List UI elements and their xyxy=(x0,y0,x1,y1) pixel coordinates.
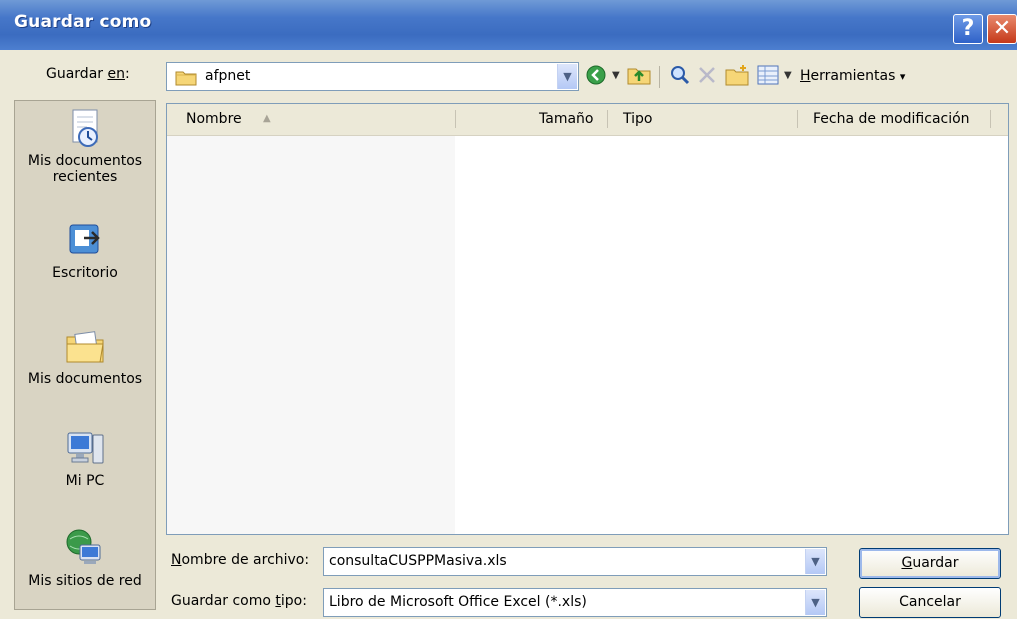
tools-dropdown-arrow: ▾ xyxy=(899,70,906,83)
recent-documents-icon xyxy=(72,109,98,147)
help-button[interactable]: ? xyxy=(953,14,983,44)
filename-label-accel: N xyxy=(171,552,182,568)
tools-menu-label: erramientas xyxy=(810,68,896,84)
filename-input[interactable]: consultaCUSPPMasiva.xls xyxy=(329,553,507,569)
back-dropdown-icon[interactable]: ▼ xyxy=(612,64,620,88)
my-computer-icon xyxy=(67,432,104,464)
views-icon[interactable] xyxy=(757,65,779,85)
back-icon[interactable] xyxy=(585,64,607,86)
places-bar: Mis documentos recientes Escritorio Mis … xyxy=(14,100,156,610)
sort-ascending-icon: ▲ xyxy=(263,113,271,124)
save-button-accel: G xyxy=(901,555,913,571)
save-in-label-accel: en xyxy=(107,66,125,82)
filetype-label: Guardar como tipo: xyxy=(171,593,307,609)
tools-menu-accel: H xyxy=(800,68,811,84)
save-in-label-colon: : xyxy=(124,66,130,82)
place-my-documents-label: Mis documentos xyxy=(27,371,143,387)
column-header-bar: Nombre ▲ Tamaño Tipo Fecha de modificaci… xyxy=(167,104,1008,136)
place-desktop[interactable]: Escritorio xyxy=(15,219,155,281)
tools-menu-button[interactable]: Herramientas ▾ xyxy=(800,68,905,84)
my-documents-icon xyxy=(66,331,104,363)
close-button[interactable]: ✕ xyxy=(987,14,1017,44)
save-in-label-text: Guardar xyxy=(46,66,108,82)
filename-label-text: ombre de archivo: xyxy=(181,552,310,568)
title-bar[interactable]: Guardar como ? ✕ xyxy=(0,0,1017,50)
sorted-column-highlight xyxy=(167,136,455,534)
column-divider[interactable] xyxy=(455,110,456,128)
save-as-dialog: Guardar como ? ✕ Guardar en: afpnet ▼ ▼ … xyxy=(0,0,1017,619)
column-divider[interactable] xyxy=(797,110,798,128)
place-my-computer[interactable]: Mi PC xyxy=(15,427,155,489)
place-my-computer-label: Mi PC xyxy=(65,473,105,489)
place-recent-label-1: Mis documentos xyxy=(27,153,143,169)
current-folder-name: afpnet xyxy=(205,68,251,84)
save-in-dropdown-button[interactable]: ▼ xyxy=(557,64,577,89)
place-recent-documents[interactable]: Mis documentos recientes xyxy=(15,107,155,185)
save-in-combo[interactable]: afpnet ▼ xyxy=(166,62,579,91)
column-type-header[interactable]: Tipo xyxy=(623,111,652,127)
dialog-title: Guardar como xyxy=(14,12,152,32)
folder-icon xyxy=(175,71,197,86)
filetype-dropdown-button[interactable]: ▼ xyxy=(805,590,825,615)
desktop-icon xyxy=(69,224,100,254)
column-name-label: Nombre xyxy=(186,111,242,127)
place-my-documents[interactable]: Mis documentos xyxy=(15,325,155,387)
save-button[interactable]: Guardar xyxy=(859,548,1001,579)
column-divider[interactable] xyxy=(607,110,608,128)
filetype-combo[interactable]: Libro de Microsoft Office Excel (*.xls) … xyxy=(323,588,827,617)
delete-icon[interactable] xyxy=(697,65,717,85)
up-folder-icon[interactable] xyxy=(627,64,651,86)
column-size-header[interactable]: Tamaño xyxy=(539,111,593,127)
filename-dropdown-button[interactable]: ▼ xyxy=(805,549,825,574)
column-name-header[interactable]: Nombre ▲ xyxy=(167,104,455,135)
filetype-selected-value: Libro de Microsoft Office Excel (*.xls) xyxy=(329,594,587,610)
filename-combo[interactable]: consultaCUSPPMasiva.xls ▼ xyxy=(323,547,827,576)
new-folder-icon[interactable] xyxy=(725,64,749,86)
column-date-header[interactable]: Fecha de modificación xyxy=(813,111,970,127)
search-web-icon[interactable] xyxy=(669,64,691,86)
filename-label: Nombre de archivo: xyxy=(171,552,309,568)
filetype-label-suffix: ipo: xyxy=(280,593,307,609)
save-button-label: uardar xyxy=(912,555,959,571)
column-divider[interactable] xyxy=(990,110,991,128)
save-in-label: Guardar en: xyxy=(46,66,130,82)
file-list[interactable]: Nombre ▲ Tamaño Tipo Fecha de modificaci… xyxy=(166,103,1009,535)
place-network-label: Mis sitios de red xyxy=(28,573,142,589)
toolbar-separator xyxy=(659,66,660,88)
place-recent-label-2: recientes xyxy=(52,169,118,185)
network-places-icon xyxy=(66,529,101,564)
place-network[interactable]: Mis sitios de red xyxy=(15,527,155,589)
views-dropdown-icon[interactable]: ▼ xyxy=(784,64,792,88)
place-desktop-label: Escritorio xyxy=(52,265,118,281)
cancel-button[interactable]: Cancelar xyxy=(859,587,1001,618)
filetype-label-text: Guardar como xyxy=(171,593,276,609)
